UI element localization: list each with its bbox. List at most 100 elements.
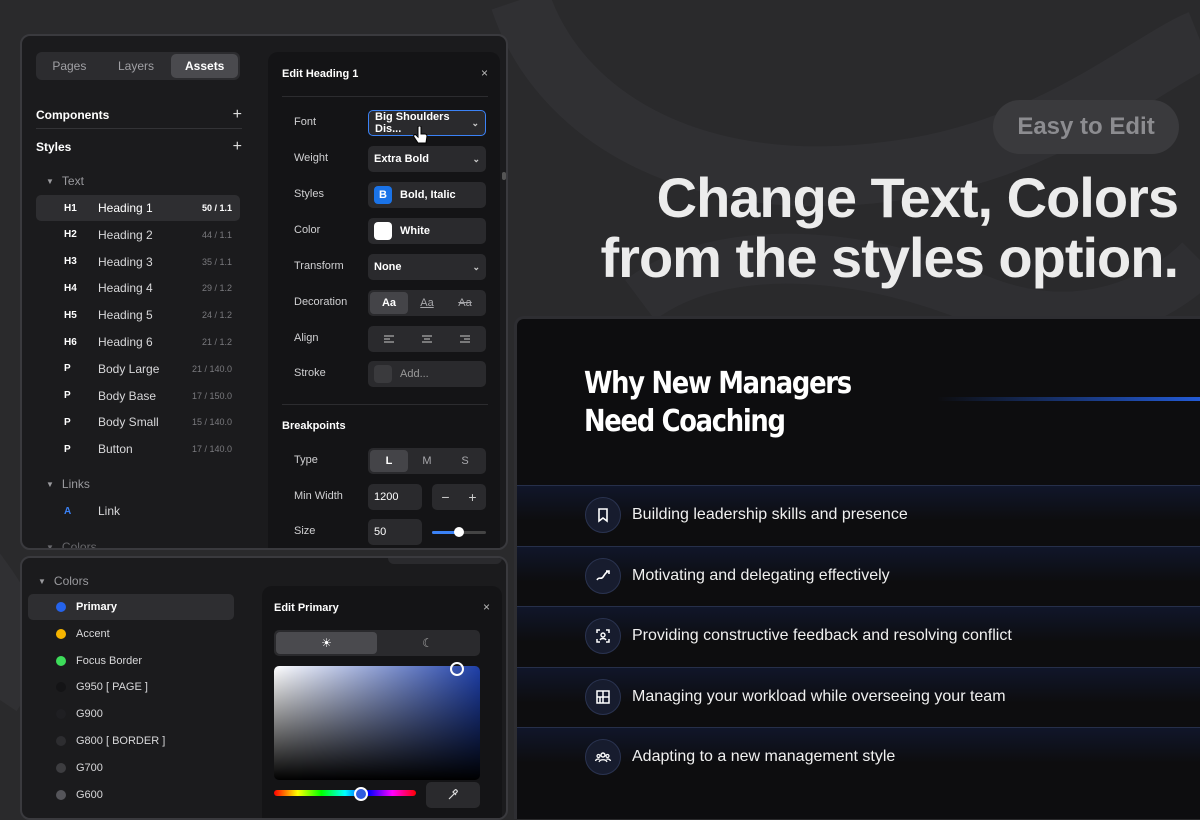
type-m[interactable]: M — [408, 450, 446, 472]
style-name: Heading 3 — [98, 254, 153, 269]
breakpoints-title: Breakpoints — [282, 420, 346, 432]
style-row[interactable]: H3 Heading 3 35 / 1.1 — [36, 249, 240, 275]
add-component-icon[interactable]: + — [233, 106, 242, 124]
bookmark-icon — [585, 497, 621, 533]
edit-primary-title: Edit Primary — [274, 602, 339, 614]
color-name: Accent — [76, 627, 110, 640]
easy-edit-badge: Easy to Edit — [993, 100, 1179, 154]
color-row[interactable]: G700 — [28, 755, 234, 781]
accent-line — [937, 397, 1200, 401]
style-tag: P — [64, 416, 71, 428]
minus-icon[interactable]: − — [441, 489, 449, 505]
plus-icon[interactable]: + — [468, 489, 476, 505]
style-row[interactable]: P Button 17 / 140.0 — [36, 436, 240, 462]
links-group-header[interactable]: ▼ Links — [46, 477, 90, 491]
tab-assets[interactable]: Assets — [171, 54, 239, 78]
style-row[interactable]: H4 Heading 4 29 / 1.2 — [36, 275, 240, 301]
eyedropper-button[interactable] — [426, 782, 480, 808]
style-value: 35 / 1.1 — [201, 256, 232, 267]
colors-group-label: Colors — [53, 574, 89, 588]
color-saturation-picker[interactable] — [274, 662, 480, 780]
size-label: Size — [294, 525, 316, 537]
color-row[interactable]: Accent — [28, 621, 234, 647]
slider-handle[interactable] — [454, 527, 464, 537]
minwidth-input[interactable]: 1200 — [368, 484, 422, 510]
color-row[interactable]: Focus Border — [28, 648, 234, 674]
tab-pages[interactable]: Pages — [36, 52, 103, 80]
style-name: Body Large — [98, 361, 160, 376]
style-row[interactable]: P Body Large 21 / 140.0 — [36, 356, 240, 382]
headline-line1: Change Text, Colors — [656, 166, 1179, 229]
sun-icon[interactable]: ☀ — [276, 632, 377, 654]
color-row[interactable]: G950 [ PAGE ] — [28, 674, 234, 700]
color-picker[interactable]: White — [368, 218, 486, 244]
align-left-icon[interactable] — [370, 328, 408, 350]
decoration-strikethrough[interactable]: Aa — [446, 292, 484, 314]
transform-select[interactable]: None ⌄ — [368, 254, 486, 280]
divider — [282, 96, 488, 97]
style-name: Button — [98, 442, 133, 457]
components-section[interactable]: Components + — [36, 106, 242, 124]
style-row[interactable]: H6 Heading 6 21 / 1.2 — [36, 329, 240, 355]
transform-label: Transform — [294, 260, 344, 272]
type-segmented: L M S — [368, 448, 486, 474]
style-tag: H2 — [64, 229, 77, 241]
style-tag: P — [64, 363, 71, 375]
colors-group-header[interactable]: ▼ Colors — [38, 574, 89, 588]
caret-down-icon: ▼ — [46, 176, 54, 186]
styles-section[interactable]: Styles + — [36, 138, 242, 156]
stroke-picker[interactable]: Add... — [368, 361, 486, 387]
color-name: G900 — [76, 708, 103, 721]
text-group-header[interactable]: ▼ Text — [46, 174, 84, 188]
card-list-item: Managing your workload while overseeing … — [517, 666, 1200, 726]
style-row[interactable]: P Body Small 15 / 140.0 — [36, 409, 240, 435]
decoration-segmented: Aa Aa Aa — [368, 290, 486, 316]
style-row[interactable]: P Body Base 17 / 150.0 — [36, 383, 240, 409]
close-icon[interactable]: × — [483, 600, 490, 614]
link-tag: A — [64, 505, 72, 517]
style-tag: H5 — [64, 309, 77, 321]
style-value: 17 / 150.0 — [191, 390, 232, 401]
align-right-icon[interactable] — [446, 328, 484, 350]
type-s[interactable]: S — [446, 450, 484, 472]
size-slider[interactable] — [432, 527, 486, 537]
size-input[interactable]: 50 — [368, 519, 422, 545]
style-row[interactable]: H5 Heading 5 24 / 1.2 — [36, 302, 240, 328]
align-center-icon[interactable] — [408, 328, 446, 350]
font-label: Font — [294, 116, 317, 128]
moon-icon[interactable]: ☾ — [377, 632, 478, 654]
decoration-underline[interactable]: Aa — [408, 292, 446, 314]
type-l[interactable]: L — [370, 450, 408, 472]
colors-group-label: Colors — [61, 540, 97, 550]
hue-handle[interactable] — [354, 787, 368, 801]
stroke-value: Add... — [400, 368, 429, 380]
trend-arrow-icon — [585, 557, 621, 594]
color-row[interactable]: G600 — [28, 782, 234, 808]
color-dot — [56, 736, 66, 746]
caret-down-icon: ▼ — [46, 479, 54, 489]
hue-slider[interactable] — [274, 787, 416, 801]
decoration-none[interactable]: Aa — [370, 292, 408, 314]
color-name: G600 — [76, 788, 103, 801]
style-name: Body Small — [98, 415, 159, 430]
color-row[interactable]: Primary — [28, 594, 234, 620]
weight-label: Weight — [294, 152, 329, 164]
style-row-link[interactable]: A Link — [36, 498, 240, 524]
style-value: 24 / 1.2 — [201, 310, 232, 321]
picker-handle[interactable] — [450, 662, 464, 676]
tab-layers[interactable]: Layers — [103, 52, 170, 80]
color-row[interactable]: G800 [ BORDER ] — [28, 728, 234, 754]
weight-select[interactable]: Extra Bold ⌄ — [368, 146, 486, 172]
scrollbar[interactable] — [502, 172, 506, 180]
assets-panel: Pages Layers Assets Components + Styles … — [20, 34, 508, 550]
style-row[interactable]: H2 Heading 2 44 / 1.1 — [36, 222, 240, 248]
styles-picker[interactable]: B Bold, Italic — [368, 182, 486, 208]
color-row[interactable]: G900 — [28, 701, 234, 727]
add-style-icon[interactable]: + — [233, 138, 242, 156]
edit-heading-panel: Edit Heading 1 × Font Big Shoulders Dis.… — [268, 52, 500, 548]
edit-panel-title: Edit Heading 1 — [282, 68, 359, 80]
close-icon[interactable]: × — [481, 66, 488, 80]
style-row[interactable]: H1 Heading 1 50 / 1.1 — [36, 195, 240, 221]
sidebar-tabs: Pages Layers Assets — [36, 52, 240, 80]
colors-group-header-partial[interactable]: ▼ Colors — [46, 540, 97, 550]
